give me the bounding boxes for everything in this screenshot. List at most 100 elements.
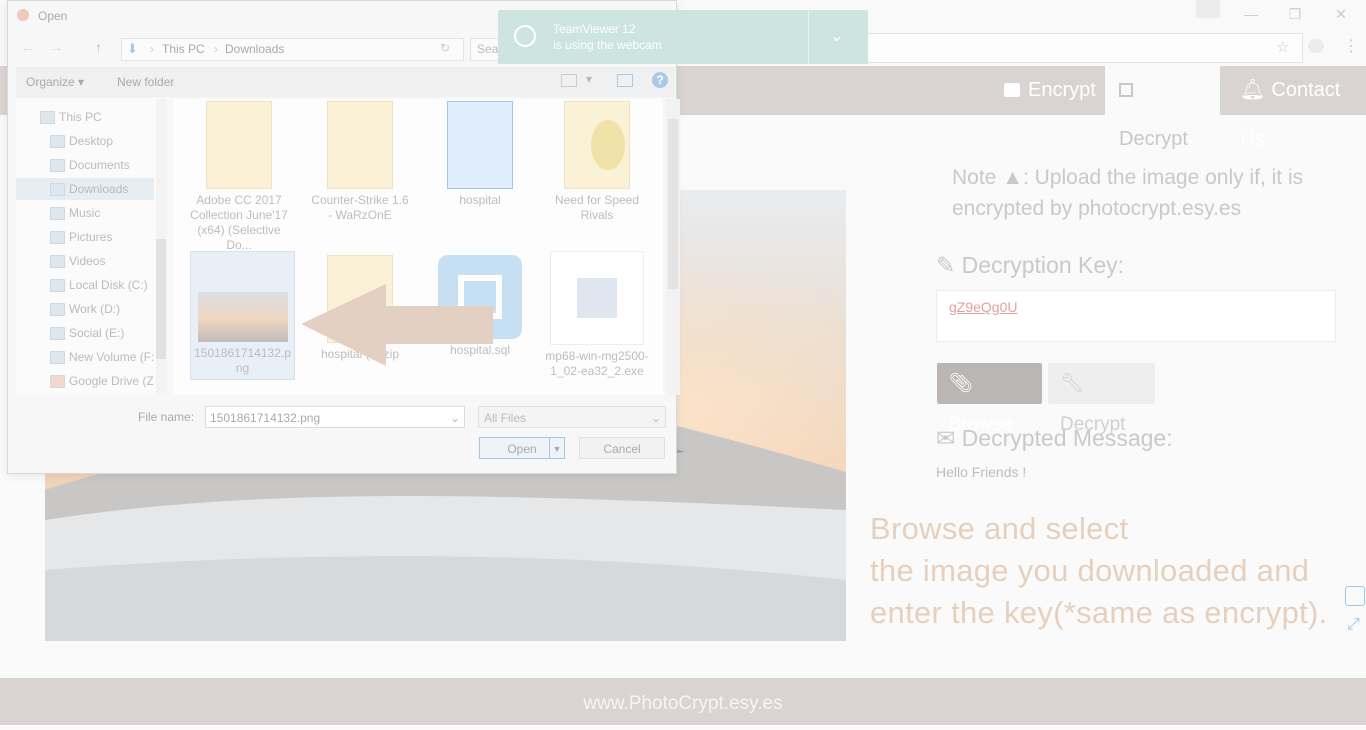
open-button[interactable]: Open ▼ [479,437,565,459]
preview-pane-icon[interactable] [617,74,633,87]
up-arrow-icon[interactable]: ↑ [95,39,102,55]
folder-icon [327,101,393,189]
nav-downloads[interactable]: Downloads [16,178,154,200]
nav-social-e[interactable]: Social (E:) [16,322,154,344]
edit-icon [1119,83,1133,97]
back-arrow-icon[interactable]: ← [21,39,35,55]
cancel-button[interactable]: Cancel [579,437,665,459]
envelope-icon: ✉ [936,425,956,451]
file-item[interactable]: mp68-win-mg2500-1_02-ea32_2.exe [545,251,649,379]
nav-item-label: Music [69,206,101,220]
paperclip-icon: 📎︎ [949,373,974,394]
help-icon[interactable]: ? [652,72,668,88]
file-type-select[interactable]: All Files ⌄ [478,406,666,428]
teamviewer-notification[interactable]: TeamViewer 12 is using the webcam ⌄ [498,10,868,64]
open-file-dialog: Open ← → ↑ ⬇ › This PC › Downloads ↻ Sea… [7,0,680,474]
nav-encrypt[interactable]: Encrypt [990,66,1110,115]
instruction-line-1: Browse and select [870,511,1129,546]
new-folder-button[interactable]: New folder [117,75,174,89]
divider [808,10,809,64]
file-name: 1501861714132.png [194,346,291,375]
nav-item-label: Pictures [69,230,113,244]
file-item[interactable]: Adobe CC 2017 Collection June'17 (x64) (… [187,101,291,253]
nav-this-pc[interactable]: This PC [16,106,154,128]
teamviewer-line-2: is using the webcam [553,38,662,52]
nav-pane-scrollbar[interactable] [156,99,166,395]
nav-item-label: Downloads [69,182,129,196]
nav-decrypt[interactable]: Decrypt [1105,66,1220,150]
breadcrumb-this-pc[interactable]: This PC [162,42,205,56]
breadcrumb-downloads[interactable]: Downloads [225,42,284,56]
webcam-icon [514,25,536,47]
file-name: mp68-win-mg2500-1_02-ea32_2.exe [545,349,649,378]
pencil-icon: ✎ [936,252,956,278]
downloads-icon [50,183,65,196]
nav-encrypt-label: Encrypt [1028,79,1096,101]
view-options-icon[interactable] [561,74,577,87]
open-label: Open [507,442,537,456]
bookmark-star-icon[interactable]: ☆ [1276,38,1289,56]
menu-icon[interactable]: ⋮ [1343,36,1359,56]
refresh-icon[interactable]: ↻ [440,41,450,55]
file-item[interactable]: hospital [428,101,532,208]
organize-menu[interactable]: Organize ▾ [26,75,84,89]
instruction-overlay: Browse and select the image you download… [870,508,1350,634]
resize-tool-icon[interactable] [1345,586,1365,606]
nav-decrypt-label: Decrypt [1119,128,1188,150]
nav-item-label: Desktop [69,134,114,148]
site-footer: www.PhotoCrypt.esy.es [0,678,1366,725]
desktop-icon [50,135,65,148]
nav-new-volume-f[interactable]: New Volume (F:) [16,346,154,368]
nav-desktop[interactable]: Desktop [16,130,154,152]
nav-item-label: This PC [59,110,102,124]
chrome-logo-icon [17,9,29,21]
documents-icon [50,159,65,172]
nav-videos[interactable]: Videos [16,250,154,272]
profile-icon[interactable] [1196,0,1220,18]
file-item-selected[interactable]: 1501861714132.png [190,251,295,380]
file-name: Adobe CC 2017 Collection June'17 (x64) (… [190,193,288,252]
browse-button[interactable]: 📎︎Browse [937,363,1042,435]
nav-item-label: Local Disk (C:) [69,278,148,292]
pictures-icon [50,231,65,244]
decrypted-message-heading: ✉ Decrypted Message: [936,425,1173,452]
restore-button[interactable]: ❐ [1280,2,1310,26]
nav-contact[interactable]: 🔔︎ Contact Us [1226,66,1366,150]
nav-local-disk-c[interactable]: Local Disk (C:) [16,274,154,296]
nav-work-d[interactable]: Work (D:) [16,298,154,320]
nav-documents[interactable]: Documents [16,154,154,176]
nav-item-label: Social (E:) [69,326,125,340]
decrypted-message-label: Decrypted Message: [961,425,1173,451]
nav-pictures[interactable]: Pictures [16,226,154,248]
minimize-button[interactable]: — [1236,2,1266,26]
nav-item-label: New Volume (F:) [69,350,154,364]
nav-google-drive-z[interactable]: Google Drive (Z: [16,370,154,392]
open-dropdown-icon[interactable]: ▼ [549,438,564,458]
file-name: Need for Speed Rivals [554,193,640,222]
file-list-scrollbar[interactable] [666,99,680,395]
music-icon [50,207,65,220]
file-item[interactable]: Counter-Strike 1.6 - WaRzOnE [308,101,412,223]
decrypt-button[interactable]: 🔧︎Decrypt [1048,363,1155,435]
drive-icon [50,327,65,340]
chevron-down-icon[interactable]: ⌄ [450,407,460,429]
dialog-toolbar: Organize ▾ New folder ▾ ? [16,67,675,97]
nav-music[interactable]: Music [16,202,154,224]
file-name: Counter-Strike 1.6 - WaRzOnE [311,193,409,222]
drive-icon [50,279,65,292]
decryption-key-input[interactable]: gZ9eQg0U [936,290,1336,342]
extension-icon[interactable] [1308,39,1324,53]
file-name-input[interactable]: 1501861714132.png ⌄ [205,406,465,428]
dialog-title: Open [38,9,68,23]
forward-arrow-icon[interactable]: → [49,39,63,55]
fullscreen-tool-icon[interactable]: ⤢ [1347,616,1360,634]
view-dropdown-icon[interactable]: ▾ [586,72,592,86]
instruction-line-2: the image you downloaded and [870,553,1310,588]
nav-item-label: Videos [69,254,106,268]
close-window-button[interactable]: ✕ [1326,2,1356,26]
file-item[interactable]: Need for Speed Rivals [545,101,649,223]
chevron-down-icon[interactable]: ⌄ [830,26,843,46]
chevron-down-icon: ⌄ [650,411,661,425]
drive-icon [50,351,65,364]
breadcrumb-bar[interactable]: ⬇ › This PC › Downloads ↻ [121,38,464,61]
